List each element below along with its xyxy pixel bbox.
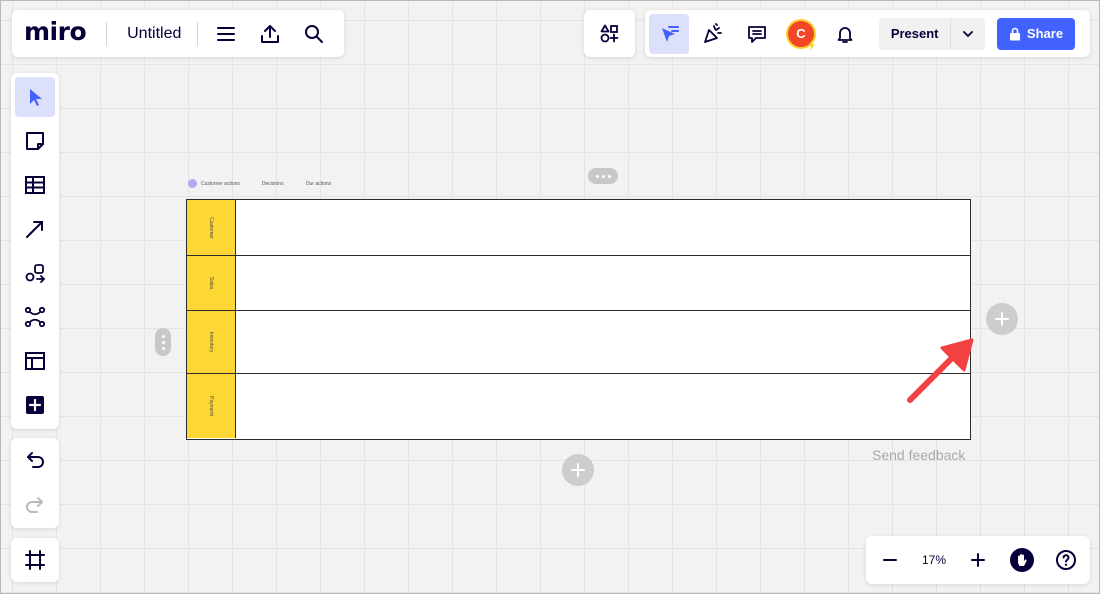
lane-label[interactable]: Sales xyxy=(187,256,236,310)
lane-body[interactable] xyxy=(236,256,970,310)
zoom-out-icon xyxy=(883,559,897,561)
templates-icon xyxy=(25,352,45,370)
zoom-controls: 17% xyxy=(866,536,1090,584)
main-menu-button[interactable] xyxy=(204,12,248,56)
comments-button[interactable] xyxy=(735,12,779,56)
mind-map-icon xyxy=(24,306,46,328)
templates-tool[interactable] xyxy=(15,341,55,381)
lane-body[interactable] xyxy=(236,374,970,438)
miro-logo[interactable]: miro xyxy=(24,17,87,46)
add-column-button[interactable] xyxy=(986,303,1018,335)
plus-icon xyxy=(571,463,585,477)
more-apps-icon xyxy=(26,396,44,414)
share-button[interactable]: Share xyxy=(997,17,1075,50)
hand-icon xyxy=(1010,548,1034,572)
swimlane-diagram[interactable]: Customer Sales Inventory Payment xyxy=(186,199,971,440)
frames-icon xyxy=(25,550,45,570)
swimlane-row[interactable]: Sales xyxy=(187,256,970,311)
zoom-in-icon xyxy=(971,553,985,567)
undo-icon xyxy=(27,451,44,468)
legend-dot xyxy=(188,179,197,188)
user-avatar-button[interactable]: C xyxy=(779,12,823,56)
select-cursor-icon xyxy=(662,25,679,42)
export-button[interactable] xyxy=(248,12,292,56)
row-drag-handle[interactable] xyxy=(155,328,171,356)
legend-item: Our actions xyxy=(305,180,332,187)
apps-button[interactable] xyxy=(584,10,635,57)
collaboration-toolbar: C Present Share xyxy=(645,10,1090,57)
legend-item: Decisions xyxy=(261,180,284,187)
shapes-tool[interactable] xyxy=(15,253,55,293)
table-icon xyxy=(25,176,45,194)
zoom-in-button[interactable] xyxy=(956,538,1000,582)
present-button[interactable]: Present xyxy=(879,26,950,41)
board-title[interactable]: Untitled xyxy=(127,25,181,43)
divider xyxy=(106,21,108,46)
mind-map-tool[interactable] xyxy=(15,297,55,337)
help-icon xyxy=(1056,550,1076,570)
add-row-button[interactable] xyxy=(562,454,594,486)
sticky-note-tool[interactable] xyxy=(15,121,55,161)
shapes-icon xyxy=(25,264,46,283)
apps-icon xyxy=(600,24,618,42)
lane-label[interactable]: Inventory xyxy=(187,311,236,373)
present-control: Present xyxy=(879,17,985,50)
sticky-note-icon xyxy=(26,132,44,150)
connection-line-icon xyxy=(26,221,43,238)
redo-button[interactable] xyxy=(15,484,55,524)
swimlane-legend: Customer actions Decisions Our actions xyxy=(188,179,353,188)
undo-button[interactable] xyxy=(15,439,55,479)
send-feedback-link[interactable]: Send feedback xyxy=(872,447,965,463)
present-options-button[interactable] xyxy=(950,17,985,50)
lane-body[interactable] xyxy=(236,200,970,255)
select-tool[interactable] xyxy=(15,77,55,117)
bolt-icon xyxy=(808,38,815,51)
divider xyxy=(197,21,199,46)
cursor-select-button[interactable] xyxy=(649,13,689,54)
zoom-out-button[interactable] xyxy=(868,538,912,582)
export-icon xyxy=(261,24,280,43)
hand-tool-button[interactable] xyxy=(1000,538,1044,582)
search-button[interactable] xyxy=(292,12,336,56)
search-icon xyxy=(305,24,324,43)
zoom-level[interactable]: 17% xyxy=(912,553,956,567)
menu-icon xyxy=(217,26,236,41)
reactions-button[interactable] xyxy=(691,12,735,56)
share-label: Share xyxy=(1026,26,1064,41)
plus-icon xyxy=(995,312,1009,326)
table-tool[interactable] xyxy=(15,165,55,205)
lane-body[interactable] xyxy=(236,311,970,373)
lock-icon xyxy=(1009,27,1020,40)
legend-item: Customer actions xyxy=(201,180,240,187)
board-header: miro Untitled xyxy=(12,10,344,57)
annotation-arrow-icon xyxy=(907,338,974,403)
frames-button[interactable] xyxy=(11,538,59,582)
help-button[interactable] xyxy=(1044,538,1088,582)
swimlane-row[interactable]: Customer xyxy=(187,200,970,256)
creation-toolbar xyxy=(11,73,59,429)
chevron-down-icon xyxy=(963,30,974,37)
connection-line-tool[interactable] xyxy=(15,209,55,249)
lane-label[interactable]: Customer xyxy=(187,200,236,255)
celebrate-icon xyxy=(704,22,722,43)
lane-label[interactable]: Payment xyxy=(187,374,236,438)
swimlane-row[interactable]: Inventory xyxy=(187,311,970,374)
more-options-handle[interactable] xyxy=(588,168,618,184)
more-apps-tool[interactable] xyxy=(15,385,55,425)
history-toolbar xyxy=(11,438,59,528)
notification-bell-icon xyxy=(837,26,853,43)
swimlane-row[interactable]: Payment xyxy=(187,374,970,438)
redo-icon xyxy=(26,496,43,513)
select-icon xyxy=(30,89,42,106)
notifications-button[interactable] xyxy=(823,12,867,56)
comment-icon xyxy=(748,25,766,43)
